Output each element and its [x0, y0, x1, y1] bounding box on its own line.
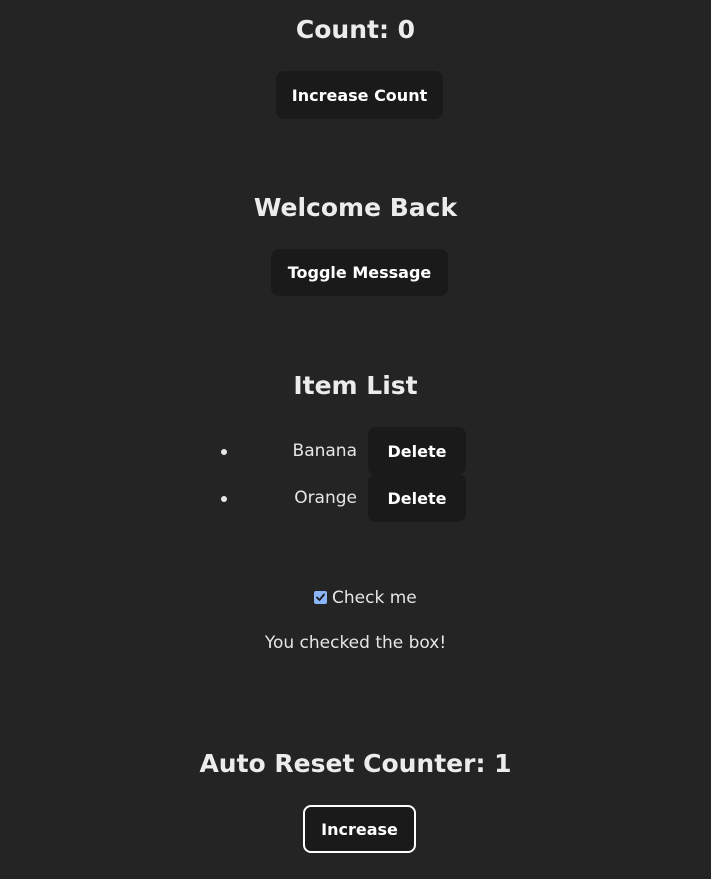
checkmark-icon — [316, 593, 325, 601]
item-label: Orange — [294, 488, 357, 508]
delete-button[interactable]: Delete — [368, 474, 466, 522]
toggle-message-button[interactable]: Toggle Message — [271, 249, 448, 296]
item-list-heading: Item List — [293, 371, 418, 400]
counter-section: Count: 0 — [0, 15, 711, 45]
check-me-checkbox[interactable] — [314, 591, 327, 604]
check-result-text: You checked the box! — [264, 633, 447, 653]
auto-reset-heading: Auto Reset Counter: 1 — [199, 749, 512, 778]
check-result-row: You checked the box! — [0, 633, 711, 653]
check-me-label: Check me — [332, 588, 417, 608]
bullet-icon — [221, 449, 227, 455]
message-section: Welcome Back — [0, 193, 711, 223]
increase-count-button[interactable]: Increase Count — [276, 71, 443, 119]
bullet-icon — [221, 496, 227, 502]
item-list-section: Item List — [0, 371, 711, 401]
welcome-heading: Welcome Back — [253, 193, 458, 222]
app-root: Count: 0 Increase Count Welcome Back Tog… — [0, 0, 711, 879]
delete-button[interactable]: Delete — [368, 427, 466, 475]
increase-button[interactable]: Increase — [303, 805, 416, 853]
auto-reset-section: Auto Reset Counter: 1 — [0, 749, 711, 779]
item-label: Banana — [292, 441, 357, 461]
count-heading: Count: 0 — [295, 15, 416, 44]
